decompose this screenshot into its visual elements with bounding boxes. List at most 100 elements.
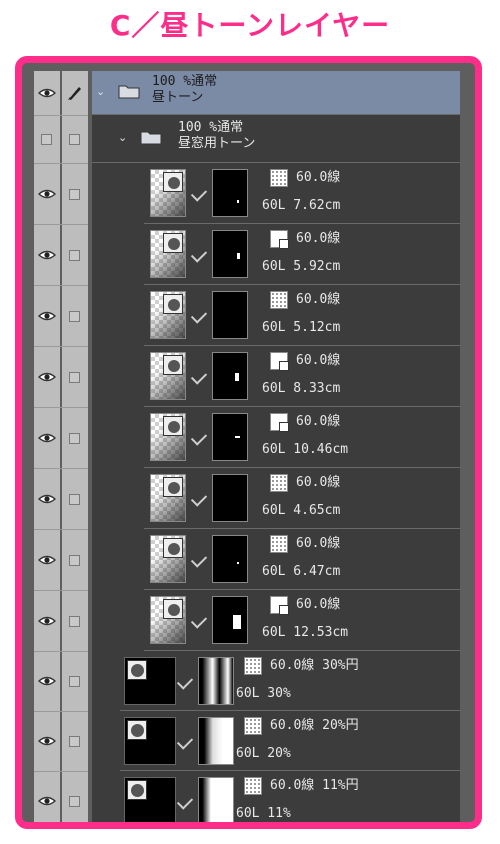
tone-setting: 60.0線 bbox=[296, 475, 341, 490]
layer-row[interactable]: 60.0線 60L 8.33cm bbox=[144, 346, 460, 407]
tone-badge-icon bbox=[163, 416, 183, 436]
layer-info: 60L 5.92cm bbox=[262, 259, 341, 274]
layer-panel-frame: ⌄ 100 %通常 昼トーン ⌄ 100 %通常 昼窓用トーン 60.0線 60… bbox=[15, 56, 482, 829]
eye-icon[interactable] bbox=[38, 615, 56, 627]
mask-mark bbox=[237, 562, 239, 564]
eye-icon[interactable] bbox=[38, 675, 56, 687]
badge-dot bbox=[131, 784, 144, 797]
eye-icon[interactable] bbox=[38, 310, 56, 322]
layer-info: 60L 6.47cm bbox=[262, 564, 341, 579]
row-divider bbox=[34, 115, 88, 116]
tone-layer-thumbnail bbox=[150, 535, 186, 583]
tone-badge-icon bbox=[163, 233, 183, 253]
layer-row[interactable]: 60.0線 60L 10.46cm bbox=[144, 407, 460, 468]
edit-lock-checkbox[interactable] bbox=[69, 310, 80, 322]
tone-pattern-icon bbox=[270, 352, 289, 371]
edit-lock-checkbox[interactable] bbox=[69, 736, 80, 747]
row-divider bbox=[34, 651, 88, 652]
row-divider bbox=[34, 285, 88, 286]
mask-thumbnail bbox=[212, 169, 248, 217]
tone-pattern-icon bbox=[270, 413, 289, 432]
visibility-checkbox[interactable] bbox=[41, 134, 52, 145]
edit-lock-checkbox[interactable] bbox=[69, 188, 80, 200]
eye-icon[interactable] bbox=[38, 554, 56, 566]
link-check-icon bbox=[176, 673, 194, 690]
tone-setting: 60.0線 bbox=[296, 597, 341, 612]
edit-lock-checkbox[interactable] bbox=[69, 249, 80, 261]
eye-icon[interactable] bbox=[38, 249, 56, 261]
mask-thumbnail bbox=[212, 474, 248, 522]
edit-lock-checkbox[interactable] bbox=[69, 371, 80, 383]
link-check-icon bbox=[176, 793, 194, 810]
layer-info: 60L 4.65cm bbox=[262, 503, 341, 518]
layer-info: 60L 7.62cm bbox=[262, 198, 341, 213]
tone-pattern-icon bbox=[244, 717, 262, 735]
layer-info: 60L 20% bbox=[236, 746, 291, 761]
eye-icon[interactable] bbox=[38, 795, 56, 807]
edit-lock-checkbox[interactable] bbox=[69, 615, 80, 627]
layer-info: 60L 5.12cm bbox=[262, 320, 341, 335]
mask-thumbnail bbox=[212, 230, 248, 278]
edit-lock-checkbox[interactable] bbox=[69, 676, 80, 687]
edit-lock-checkbox[interactable] bbox=[69, 796, 80, 807]
tone-setting: 60.0線 bbox=[296, 231, 341, 246]
tone-pattern-icon bbox=[270, 230, 289, 249]
visibility-column bbox=[34, 71, 60, 822]
badge-dot bbox=[168, 421, 180, 433]
link-check-icon bbox=[176, 733, 194, 750]
mask-thumbnail bbox=[198, 717, 234, 765]
row-divider bbox=[34, 224, 88, 225]
tone-badge-icon bbox=[127, 660, 147, 680]
tone-setting: 60.0線 30%円 bbox=[270, 658, 359, 673]
layer-row[interactable]: 60.0線 11%円 60L 11% bbox=[120, 771, 460, 822]
eye-icon[interactable] bbox=[38, 371, 56, 383]
tone-badge-icon bbox=[163, 599, 183, 619]
layer-row[interactable]: 60.0線 60L 6.47cm bbox=[144, 529, 460, 590]
layer-row[interactable]: 60.0線 60L 4.65cm bbox=[144, 468, 460, 529]
folder-row-day-tone[interactable]: ⌄ 100 %通常 昼トーン bbox=[92, 71, 460, 115]
badge-dot bbox=[168, 177, 180, 189]
eye-icon[interactable] bbox=[38, 87, 56, 99]
layer-thumbnail bbox=[124, 657, 176, 705]
layer-row[interactable]: 60.0線 60L 12.53cm bbox=[144, 590, 460, 651]
layer-row[interactable]: 60.0線 60L 5.92cm bbox=[144, 224, 460, 285]
layer-thumbnail bbox=[124, 777, 176, 822]
tone-badge-icon bbox=[163, 294, 183, 314]
eye-icon[interactable] bbox=[38, 188, 56, 200]
eye-icon[interactable] bbox=[38, 493, 56, 505]
tone-setting: 60.0線 20%円 bbox=[270, 718, 359, 733]
layer-info: 60L 12.53cm bbox=[262, 625, 349, 640]
edit-lock-checkbox[interactable] bbox=[69, 134, 80, 145]
pencil-icon[interactable] bbox=[67, 85, 83, 101]
layer-row[interactable]: 60.0線 60L 5.12cm bbox=[144, 285, 460, 346]
tone-pattern-icon bbox=[244, 657, 262, 675]
badge-dot bbox=[168, 360, 180, 372]
eye-icon[interactable] bbox=[38, 432, 56, 444]
folder-row-window-tone[interactable]: ⌄ 100 %通常 昼窓用トーン bbox=[92, 115, 460, 163]
layer-row[interactable]: 60.0線 20%円 60L 20% bbox=[120, 711, 460, 771]
mask-mark bbox=[235, 436, 240, 438]
layer-row[interactable]: 60.0線 30%円 60L 30% bbox=[120, 651, 460, 711]
row-divider bbox=[34, 590, 88, 591]
tone-setting: 60.0線 bbox=[296, 292, 341, 307]
mask-thumbnail bbox=[212, 535, 248, 583]
eye-icon[interactable] bbox=[38, 735, 56, 747]
row-divider bbox=[34, 711, 88, 712]
edit-lock-checkbox[interactable] bbox=[69, 432, 80, 444]
chevron-down-icon[interactable]: ⌄ bbox=[118, 131, 127, 144]
edit-lock-checkbox[interactable] bbox=[69, 554, 80, 566]
tone-setting: 60.0線 bbox=[296, 536, 341, 551]
tone-pattern-icon bbox=[270, 596, 289, 615]
edit-lock-checkbox[interactable] bbox=[69, 493, 80, 505]
tone-setting: 60.0線 bbox=[296, 414, 341, 429]
tone-badge-icon bbox=[127, 780, 147, 800]
link-check-icon bbox=[190, 307, 208, 324]
folder-name: 昼トーン bbox=[152, 90, 204, 105]
layer-row[interactable]: 60.0線 60L 7.62cm bbox=[144, 163, 460, 224]
badge-dot bbox=[131, 664, 144, 677]
chevron-down-icon[interactable]: ⌄ bbox=[96, 85, 105, 98]
link-check-icon bbox=[190, 429, 208, 446]
mask-mark bbox=[235, 373, 239, 381]
row-divider bbox=[34, 407, 88, 408]
tone-pattern-icon bbox=[270, 474, 288, 492]
